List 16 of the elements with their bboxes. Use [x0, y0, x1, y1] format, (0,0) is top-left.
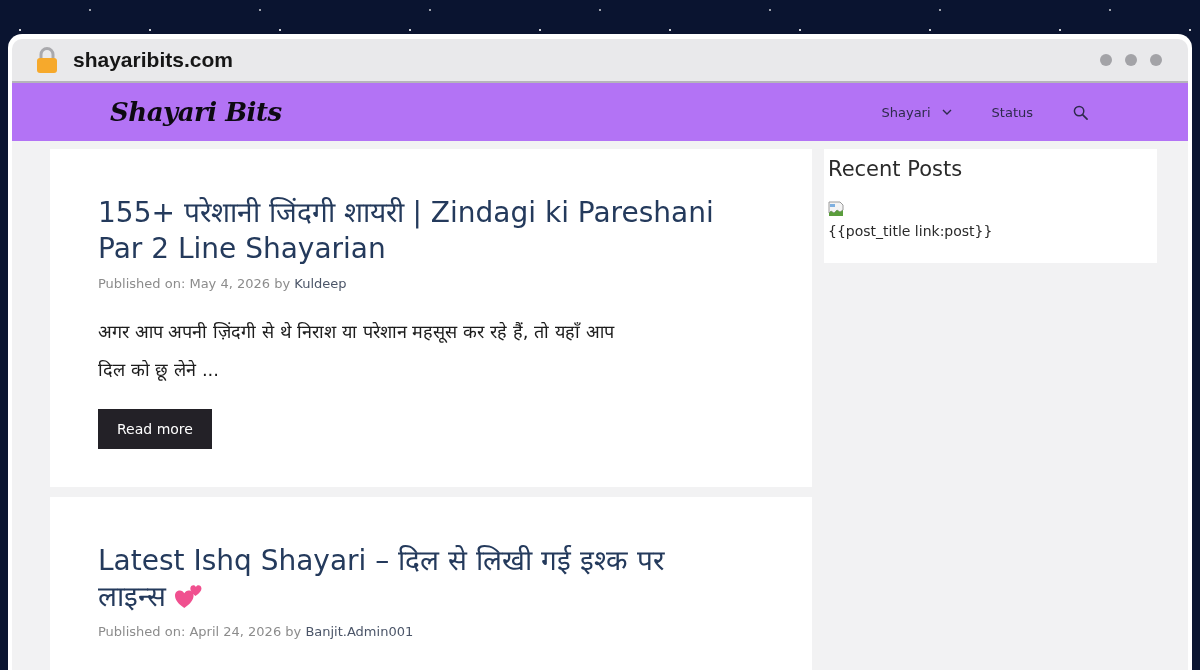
lock-icon	[36, 46, 58, 74]
search-icon[interactable]	[1073, 104, 1088, 120]
url-text[interactable]: shayaribits.com	[73, 48, 233, 72]
post-title[interactable]: 155+ परेशानी जिंदगी शायरी | Zindagi ki Pareshani Par 2 Line Shayarian	[98, 195, 726, 268]
post-link[interactable]: {{post_title link:post}}	[828, 223, 993, 239]
nav-link[interactable]: Status	[991, 104, 1033, 120]
widget-title: Recent Posts	[828, 157, 964, 181]
post-title[interactable]: Latest Ishq Shayari – दिल से लिखी गई इश्क पर लाइन्स	[98, 542, 726, 616]
nav-link[interactable]: Shayari	[881, 104, 952, 120]
read-more-button[interactable]: Read more	[98, 408, 212, 449]
author-link[interactable]: Kuldeep	[294, 275, 347, 291]
post-meta: Published on: May 4, 2026 by Kuldeep	[98, 275, 348, 291]
site-logo[interactable]: Shayari Bits	[110, 97, 282, 127]
post-excerpt: अगर आप अपनी ज़िंदगी से थे निराश या परेशान महसूस कर रहे हैं, तो यहाँ आप दिल को छू लेने ...	[98, 319, 616, 383]
author-link[interactable]: Banjit.Admin001	[305, 623, 414, 639]
post-meta: Published on: April 24, 2026 by Banjit.Admin001	[98, 623, 415, 639]
